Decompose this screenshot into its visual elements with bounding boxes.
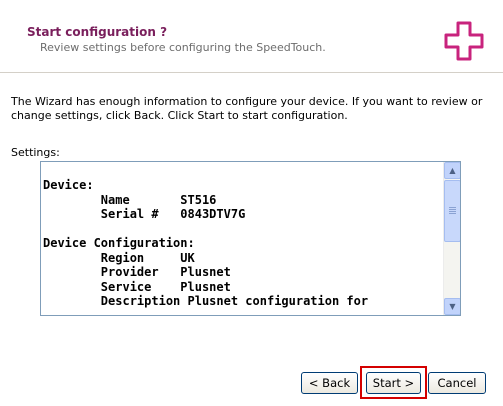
speedtouch-logo-icon <box>444 21 484 61</box>
intro-text: The Wizard has enough information to con… <box>11 95 483 122</box>
settings-content: Device: Name ST516 Serial # 0843DTV7G De… <box>43 178 369 308</box>
scroll-thumb[interactable] <box>444 180 460 242</box>
settings-label: Settings: <box>11 146 60 159</box>
start-button-highlight <box>360 366 427 399</box>
settings-scrollbar[interactable]: ▲ ▼ <box>443 162 460 315</box>
back-button[interactable]: < Back <box>301 372 358 394</box>
scroll-down-button[interactable]: ▼ <box>444 298 460 315</box>
wizard-header: Start configuration ? Review settings be… <box>0 0 503 68</box>
page-title: Start configuration ? <box>27 25 168 39</box>
page-subtitle: Review settings before configuring the S… <box>40 41 326 54</box>
chevron-up-icon: ▲ <box>449 166 456 175</box>
settings-textbox[interactable]: Device: Name ST516 Serial # 0843DTV7G De… <box>40 161 461 316</box>
header-divider <box>0 72 503 73</box>
cancel-button[interactable]: Cancel <box>428 372 486 394</box>
scroll-up-button[interactable]: ▲ <box>444 162 460 179</box>
chevron-down-icon: ▼ <box>449 302 456 311</box>
